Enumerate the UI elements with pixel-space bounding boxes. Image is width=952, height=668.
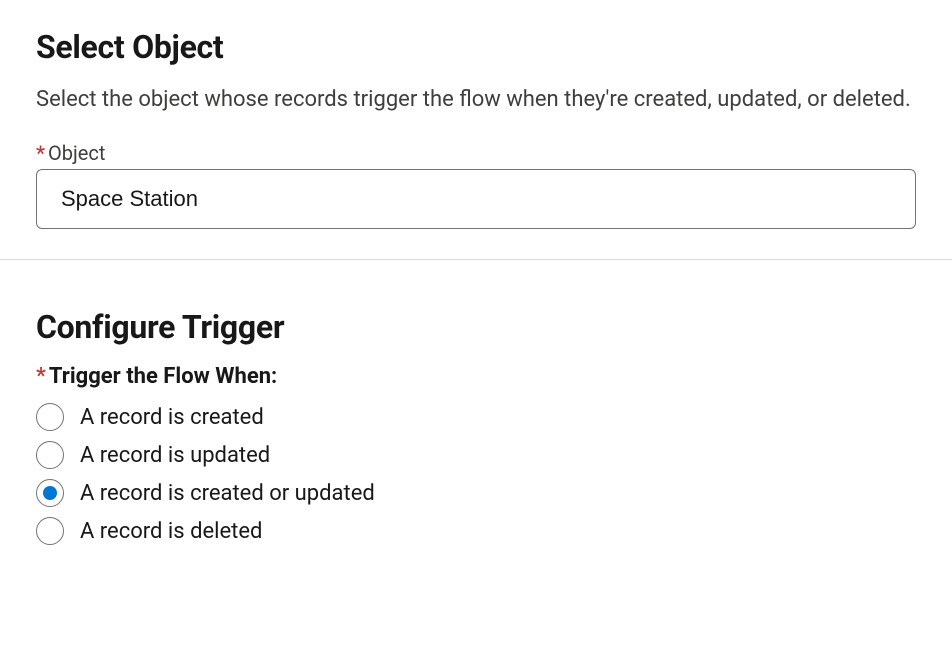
select-object-section: Select Object Select the object whose re…	[0, 0, 952, 259]
configure-trigger-section: Configure Trigger *Trigger the Flow When…	[0, 260, 952, 583]
trigger-legend-text: Trigger the Flow When:	[49, 364, 277, 389]
radio-dot	[43, 486, 57, 500]
select-object-heading: Select Object	[36, 28, 916, 66]
radio-label: A record is updated	[80, 443, 270, 468]
object-label-text: Object	[48, 141, 105, 165]
radio-label: A record is created or updated	[80, 481, 375, 506]
object-input[interactable]	[36, 169, 916, 229]
select-object-description: Select the object whose records trigger …	[36, 84, 916, 115]
object-field-label: *Object	[36, 141, 916, 165]
radio-label: A record is deleted	[80, 519, 262, 544]
radio-option-created-or-updated[interactable]: A record is created or updated	[36, 479, 916, 507]
required-asterisk: *	[36, 364, 46, 389]
trigger-legend: *Trigger the Flow When:	[36, 364, 916, 389]
radio-icon	[36, 403, 64, 431]
radio-option-created[interactable]: A record is created	[36, 403, 916, 431]
required-asterisk: *	[36, 141, 45, 165]
radio-label: A record is created	[80, 405, 264, 430]
radio-icon	[36, 441, 64, 469]
radio-option-deleted[interactable]: A record is deleted	[36, 517, 916, 545]
radio-icon	[36, 517, 64, 545]
radio-icon-selected	[36, 479, 64, 507]
radio-option-updated[interactable]: A record is updated	[36, 441, 916, 469]
configure-trigger-heading: Configure Trigger	[36, 308, 916, 346]
